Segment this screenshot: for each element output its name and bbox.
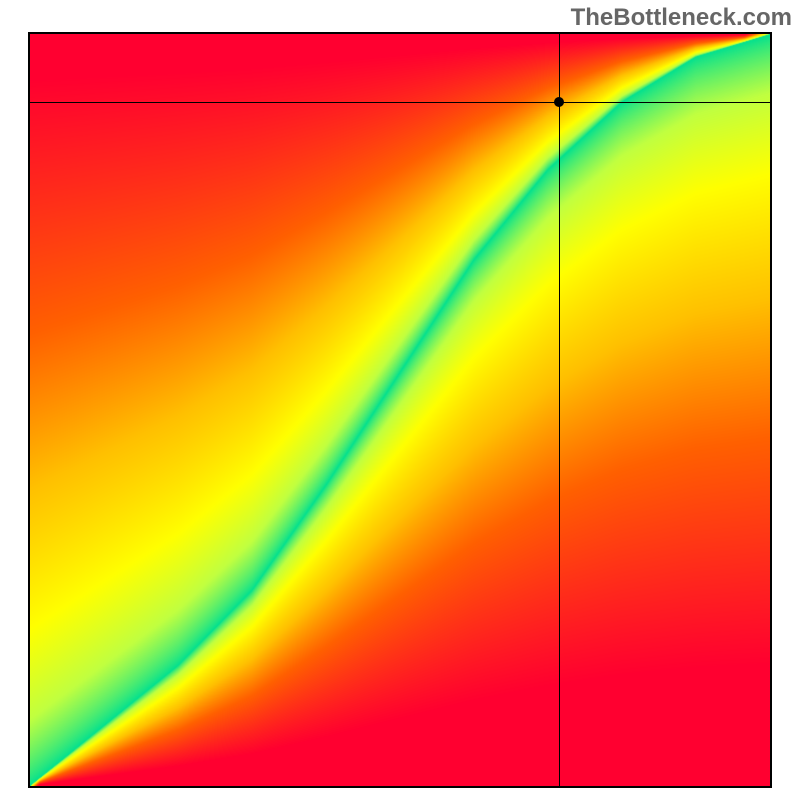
data-marker bbox=[554, 97, 564, 107]
heatmap-canvas bbox=[30, 34, 770, 786]
crosshair-vertical bbox=[559, 34, 560, 786]
crosshair-horizontal bbox=[30, 102, 770, 103]
heatmap-chart bbox=[28, 32, 772, 788]
watermark-text: TheBottleneck.com bbox=[571, 4, 792, 32]
